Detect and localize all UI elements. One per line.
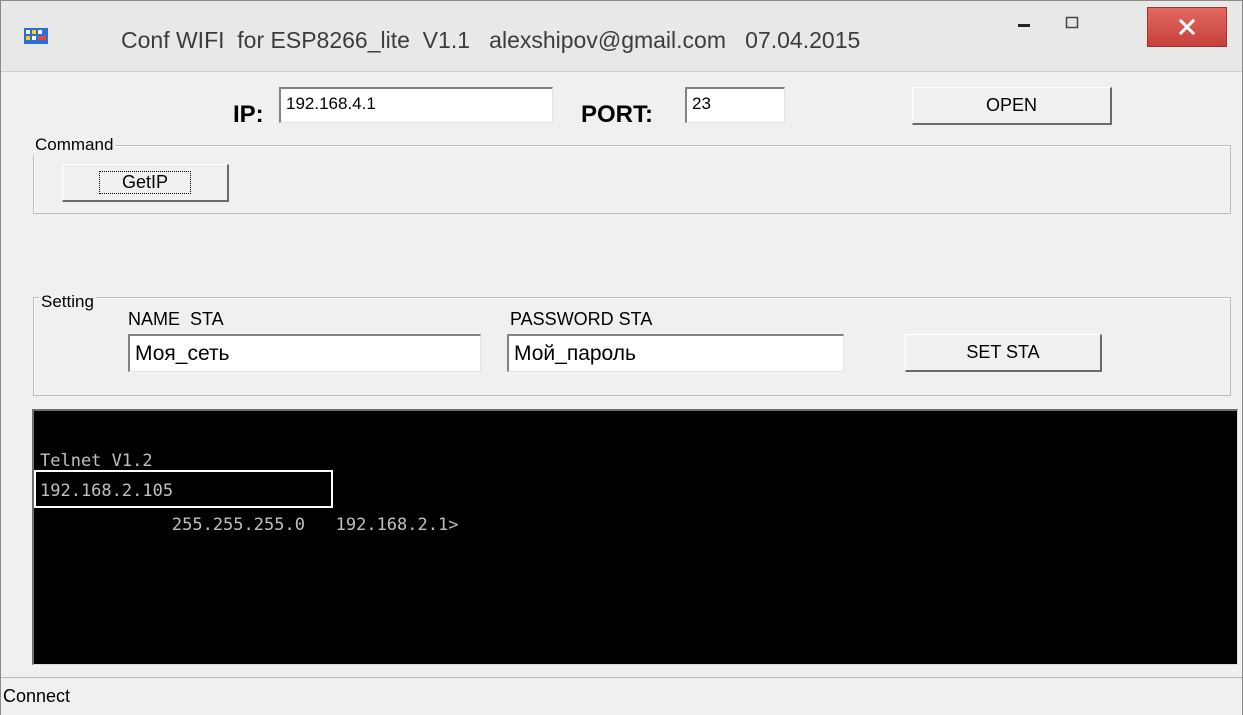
ip-label: IP: [233, 101, 264, 128]
getip-button[interactable]: GetIP [62, 164, 229, 202]
maximize-button[interactable] [1049, 9, 1095, 37]
terminal-line: 192.168.2.105 [40, 481, 174, 501]
terminal-line: 255.255.255.0 192.168.2.1> [90, 515, 459, 535]
status-text: Connect [3, 686, 71, 706]
password-sta-input[interactable]: Мой_пароль [507, 334, 844, 372]
minimize-button[interactable] [1001, 9, 1047, 37]
command-group-title: Command [33, 135, 116, 155]
close-icon [1178, 18, 1196, 36]
port-input[interactable]: 23 [685, 87, 785, 123]
terminal-line: Telnet V1.2 [40, 451, 153, 471]
set-sta-button[interactable]: SET STA [905, 334, 1102, 372]
app-window: Conf WIFI for ESP8266_lite V1.1 alexship… [0, 0, 1243, 715]
open-button[interactable]: OPEN [912, 87, 1112, 125]
ip-input[interactable]: 192.168.4.1 [279, 87, 553, 123]
setting-group-title: Setting [39, 292, 96, 312]
getip-button-label: GetIP [98, 171, 192, 194]
password-sta-label: PASSWORD STA [510, 309, 653, 329]
close-button[interactable] [1147, 7, 1227, 47]
status-bar: Connect [1, 677, 1242, 715]
maximize-icon [1065, 16, 1079, 29]
telnet-terminal[interactable]: Telnet V1.2 192.168.2.105 255.255.255.0 … [32, 409, 1238, 665]
window-title: Conf WIFI for ESP8266_lite V1.1 alexship… [121, 27, 861, 53]
minimize-icon [1018, 24, 1030, 27]
name-sta-label: NAME STA [128, 309, 224, 329]
name-sta-input[interactable]: Моя_сеть [128, 334, 481, 372]
title-bar[interactable]: Conf WIFI for ESP8266_lite V1.1 alexship… [1, 1, 1242, 72]
port-label: PORT: [581, 101, 653, 128]
app-network-icon [24, 28, 48, 44]
